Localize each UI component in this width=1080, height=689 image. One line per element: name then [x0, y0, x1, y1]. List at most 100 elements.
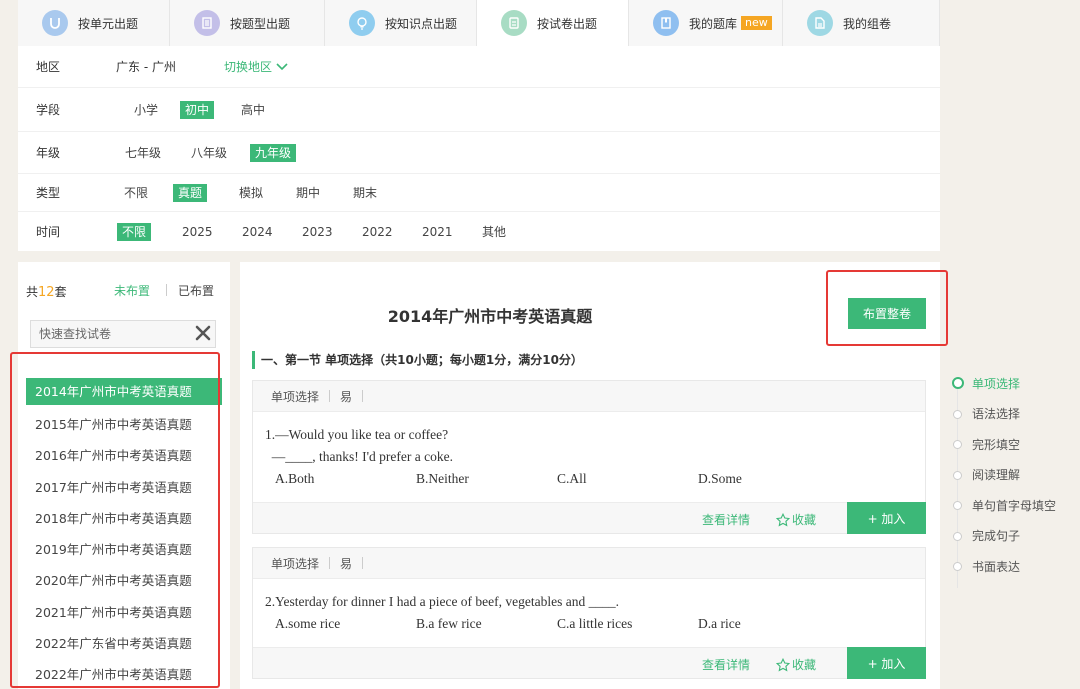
close-icon[interactable]	[194, 324, 212, 342]
count-number: 12	[38, 285, 55, 300]
filter-row-region: 地区 广东 - 广州 切换地区	[18, 46, 940, 88]
favorite-button[interactable]: 收藏	[776, 511, 816, 528]
tab-by-unit[interactable]: 按单元出题	[18, 0, 170, 46]
filter-option-type[interactable]: 期中	[291, 184, 325, 202]
section-nav-item[interactable]: 阅读理解	[950, 460, 1080, 491]
nav-dot	[953, 501, 962, 510]
tab-label: 按试卷出题	[537, 16, 598, 31]
question-difficulty: 易	[340, 389, 353, 404]
view-detail-link[interactable]: 查看详情	[702, 511, 750, 528]
filter-option-type[interactable]: 不限	[119, 184, 153, 202]
filter-label: 地区	[36, 60, 61, 74]
section-nav-item[interactable]: 语法选择	[950, 399, 1080, 430]
add-question-button[interactable]: + 加入	[847, 502, 926, 534]
tab-label: 按知识点出题	[385, 16, 458, 31]
option: B.Neither	[416, 471, 469, 486]
divider	[329, 390, 331, 402]
highlight-box-paper-list	[10, 352, 220, 688]
filter-option-time[interactable]: 2022	[357, 223, 398, 241]
tab-by-type[interactable]: 按题型出题	[170, 0, 325, 46]
filter-option-grade[interactable]: 八年级	[186, 144, 232, 162]
tab-by-paper[interactable]: 按试卷出题	[477, 0, 629, 46]
filter-option-grade[interactable]: 九年级	[250, 143, 297, 162]
section-nav-item[interactable]: 单项选择	[950, 368, 1080, 399]
filter-label: 时间	[36, 225, 61, 239]
filter-unassigned[interactable]: 未布置	[114, 282, 150, 299]
filter-row-stage: 学段 小学 初中 高中	[18, 88, 940, 132]
option: C.a little rices	[557, 616, 633, 631]
filter-label: 学段	[36, 103, 61, 117]
option: D.a rice	[698, 616, 741, 631]
section-nav-label: 书面表达	[972, 559, 1021, 574]
section-nav-label: 完形填空	[972, 437, 1021, 452]
tab-my-papers[interactable]: 我的组卷	[783, 0, 940, 46]
question-type: 单项选择	[271, 556, 320, 571]
filter-option-time[interactable]: 2024	[237, 223, 278, 241]
section-nav-label: 单句首字母填空	[972, 498, 1057, 513]
filter-option-type[interactable]: 期末	[348, 184, 382, 202]
option: C.All	[557, 471, 587, 486]
section-nav-label: 单项选择	[972, 376, 1021, 391]
filter-option-time[interactable]: 其他	[477, 223, 511, 241]
unit-icon	[42, 10, 68, 36]
section-nav-label: 完成句子	[972, 529, 1021, 544]
section-nav-label: 阅读理解	[972, 468, 1021, 483]
question-type: 单项选择	[271, 389, 320, 404]
option: B.a few rice	[416, 616, 482, 631]
question-actions: 查看详情 收藏 + 加入	[253, 647, 926, 679]
filter-row-type: 类型 不限 真题 模拟 期中 期末	[18, 174, 940, 212]
lightbulb-icon	[349, 10, 375, 36]
filter-option-type[interactable]: 模拟	[234, 184, 268, 202]
divider	[362, 390, 364, 402]
tab-by-knowledge[interactable]: 按知识点出题	[325, 0, 477, 46]
chevron-down-icon	[276, 62, 288, 70]
paper-count: 共12套	[26, 283, 67, 300]
divider	[362, 557, 364, 569]
question-stem: 2.Yesterday for dinner I had a piece of …	[265, 594, 619, 609]
paper-title: 2014年广州市中考英语真题	[387, 307, 593, 326]
option: D.Some	[698, 471, 742, 486]
star-icon	[776, 657, 790, 671]
count-prefix: 共	[26, 285, 39, 299]
option: A.some rice	[275, 616, 341, 631]
section-nav-item[interactable]: 完成句子	[950, 521, 1080, 552]
divider	[166, 284, 167, 296]
tab-label: 我的题库	[689, 16, 738, 31]
tab-my-bank[interactable]: 我的题库 new	[629, 0, 783, 46]
filter-option-stage[interactable]: 高中	[236, 101, 270, 119]
filter-row-time: 时间 不限 2025 2024 2023 2022 2021 其他	[18, 212, 940, 251]
filter-assigned[interactable]: 已布置	[178, 282, 214, 299]
question-options: A.some rice B.a few rice C.a little rice…	[253, 613, 925, 635]
section-nav-label: 语法选择	[972, 407, 1021, 422]
section-nav-item[interactable]: 单句首字母填空	[950, 490, 1080, 521]
highlight-box-assign-button	[826, 270, 948, 346]
favorite-label: 收藏	[792, 513, 817, 527]
nav-dot	[953, 470, 962, 480]
question-difficulty: 易	[340, 556, 353, 571]
tab-bar: 按单元出题 按题型出题 按知识点出题 按试卷出题 我的题库 new 我的组卷	[18, 0, 940, 46]
section-nav-item[interactable]: 完形填空	[950, 429, 1080, 460]
add-question-button[interactable]: + 加入	[847, 647, 926, 679]
filter-option-type[interactable]: 真题	[173, 183, 208, 202]
filter-row-grade: 年级 七年级 八年级 九年级	[18, 132, 940, 174]
paper-search-input[interactable]	[30, 320, 216, 348]
favorite-label: 收藏	[792, 658, 817, 672]
filter-option-time[interactable]: 2021	[417, 223, 458, 241]
filter-panel: 地区 广东 - 广州 切换地区 学段 小学 初中 高中 年级 七年级 八年级 九…	[18, 46, 940, 251]
filter-label: 年级	[36, 146, 61, 160]
favorite-button[interactable]: 收藏	[776, 656, 816, 673]
filter-label: 类型	[36, 186, 61, 200]
question-card: 单项选择 易 2.Yesterday for dinner I had a pi…	[252, 547, 926, 679]
divider	[329, 557, 331, 569]
filter-option-stage[interactable]: 初中	[180, 100, 215, 119]
tab-label: 按题型出题	[230, 16, 291, 31]
switch-region-button[interactable]: 切换地区	[224, 58, 288, 75]
filter-option-time[interactable]: 2025	[177, 223, 218, 241]
tab-label: 我的组卷	[843, 16, 892, 31]
section-nav-item[interactable]: 书面表达	[950, 551, 1080, 582]
view-detail-link[interactable]: 查看详情	[702, 656, 750, 673]
filter-option-time[interactable]: 2023	[297, 223, 338, 241]
filter-option-grade[interactable]: 七年级	[120, 144, 166, 162]
filter-option-stage[interactable]: 小学	[129, 101, 163, 119]
filter-option-time[interactable]: 不限	[117, 222, 152, 241]
